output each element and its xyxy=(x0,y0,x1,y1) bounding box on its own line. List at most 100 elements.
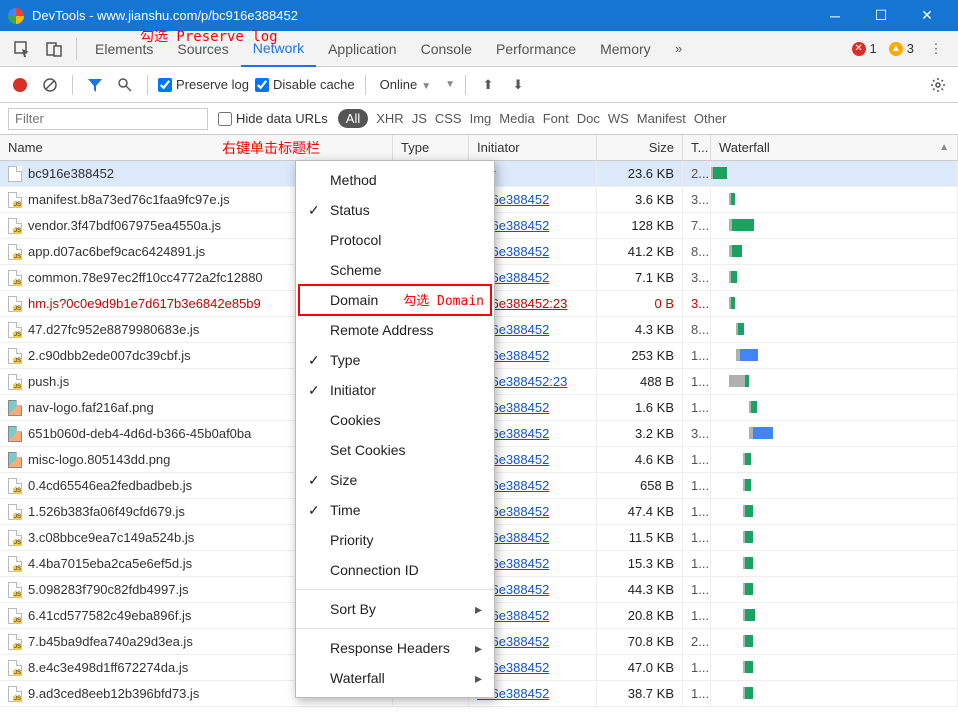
clear-button[interactable] xyxy=(38,73,62,97)
col-type[interactable]: Type xyxy=(393,135,469,160)
request-time: 1... xyxy=(683,343,711,369)
image-icon xyxy=(8,426,22,442)
filter-type-other[interactable]: Other xyxy=(694,111,727,126)
ctx-cookies[interactable]: Cookies xyxy=(296,405,494,435)
ctx-response-headers[interactable]: Response Headers xyxy=(296,633,494,663)
request-name: 2.c90dbb2ede007dc39cbf.js xyxy=(28,348,191,363)
ctx-domain[interactable]: Domain xyxy=(296,285,494,315)
download-har-icon[interactable]: ⬇ xyxy=(506,73,530,97)
col-initiator[interactable]: Initiator xyxy=(469,135,597,160)
request-size: 1.6 KB xyxy=(597,395,683,421)
kebab-menu-icon[interactable]: ⋮ xyxy=(922,35,950,63)
request-size: 488 B xyxy=(597,369,683,395)
filter-type-font[interactable]: Font xyxy=(543,111,569,126)
disable-cache-checkbox[interactable]: Disable cache xyxy=(255,77,355,92)
ctx-scheme[interactable]: Scheme xyxy=(296,255,494,285)
request-size: 0 B xyxy=(597,291,683,317)
filter-type-js[interactable]: JS xyxy=(412,111,427,126)
request-size: 15.3 KB xyxy=(597,551,683,577)
waterfall-cell xyxy=(711,499,958,525)
filter-type-manifest[interactable]: Manifest xyxy=(637,111,686,126)
request-time: 8... xyxy=(683,317,711,343)
record-button[interactable] xyxy=(8,73,32,97)
waterfall-cell xyxy=(711,265,958,291)
request-name: 651b060d-deb4-4d6d-b366-45b0af0ba xyxy=(28,426,251,441)
request-time: 3... xyxy=(683,291,711,317)
table-header[interactable]: Name Type Initiator Size T... Waterfall▲ xyxy=(0,135,958,161)
filter-type-css[interactable]: CSS xyxy=(435,111,462,126)
filter-type-xhr[interactable]: XHR xyxy=(376,111,403,126)
filter-icon[interactable] xyxy=(83,73,107,97)
ctx-waterfall[interactable]: Waterfall xyxy=(296,663,494,693)
js-file-icon xyxy=(8,478,22,494)
close-button[interactable]: ✕ xyxy=(904,0,950,31)
device-toggle-icon[interactable] xyxy=(40,35,68,63)
ctx-method[interactable]: Method xyxy=(296,165,494,195)
ctx-size[interactable]: Size xyxy=(296,465,494,495)
ctx-remote-address[interactable]: Remote Address xyxy=(296,315,494,345)
waterfall-cell xyxy=(711,447,958,473)
throttle-select[interactable]: Online▼ xyxy=(376,77,435,92)
hide-data-urls-checkbox[interactable]: Hide data URLs xyxy=(218,111,328,126)
ctx-protocol[interactable]: Protocol xyxy=(296,225,494,255)
filter-input[interactable] xyxy=(8,108,208,130)
waterfall-cell xyxy=(711,629,958,655)
request-time: 7... xyxy=(683,213,711,239)
throttle-arrow-icon[interactable]: ▼ xyxy=(445,79,455,90)
filter-type-media[interactable]: Media xyxy=(499,111,534,126)
request-size: 4.3 KB xyxy=(597,317,683,343)
request-time: 1... xyxy=(683,655,711,681)
col-waterfall[interactable]: Waterfall▲ xyxy=(711,135,958,160)
tab-memory[interactable]: Memory xyxy=(588,31,663,67)
col-time[interactable]: T... xyxy=(683,135,711,160)
request-size: 47.0 KB xyxy=(597,655,683,681)
js-file-icon xyxy=(8,608,22,624)
ctx-connection-id[interactable]: Connection ID xyxy=(296,555,494,585)
js-file-icon xyxy=(8,322,22,338)
filter-type-doc[interactable]: Doc xyxy=(577,111,600,126)
ctx-set-cookies[interactable]: Set Cookies xyxy=(296,435,494,465)
waterfall-cell xyxy=(711,395,958,421)
ctx-type[interactable]: Type xyxy=(296,345,494,375)
annotation-header: 右键单击标题栏 xyxy=(222,138,320,158)
request-time: 8... xyxy=(683,239,711,265)
col-name[interactable]: Name xyxy=(0,135,393,160)
request-name: app.d07ac6bef9cac6424891.js xyxy=(28,244,205,259)
inspect-icon[interactable] xyxy=(8,35,36,63)
waterfall-cell xyxy=(711,369,958,395)
col-size[interactable]: Size xyxy=(597,135,683,160)
ctx-priority[interactable]: Priority xyxy=(296,525,494,555)
filter-type-img[interactable]: Img xyxy=(470,111,492,126)
request-time: 1... xyxy=(683,577,711,603)
search-icon[interactable] xyxy=(113,73,137,97)
request-size: 658 B xyxy=(597,473,683,499)
document-icon xyxy=(8,166,22,182)
js-file-icon xyxy=(8,244,22,260)
minimize-button[interactable]: ─ xyxy=(812,0,858,31)
js-file-icon xyxy=(8,270,22,286)
warning-badge[interactable]: ▲3 xyxy=(889,41,914,56)
ctx-status[interactable]: Status xyxy=(296,195,494,225)
request-name: push.js xyxy=(28,374,69,389)
tab-performance[interactable]: Performance xyxy=(484,31,588,67)
tab-console[interactable]: Console xyxy=(409,31,484,67)
upload-har-icon[interactable]: ⬆ xyxy=(476,73,500,97)
request-name: bc916e388452 xyxy=(28,166,114,181)
maximize-button[interactable]: ☐ xyxy=(858,0,904,31)
settings-icon[interactable] xyxy=(926,73,950,97)
ctx-sort-by[interactable]: Sort By xyxy=(296,594,494,624)
preserve-log-checkbox[interactable]: Preserve log xyxy=(158,77,249,92)
filter-type-ws[interactable]: WS xyxy=(608,111,629,126)
error-badge[interactable]: ✕1 xyxy=(852,41,877,56)
ctx-initiator[interactable]: Initiator xyxy=(296,375,494,405)
annotation-preserve: 勾选 Preserve log xyxy=(140,26,278,46)
filter-type-all[interactable]: All xyxy=(338,109,368,128)
request-size: 44.3 KB xyxy=(597,577,683,603)
request-time: 1... xyxy=(683,551,711,577)
more-tabs-icon[interactable]: » xyxy=(665,35,693,63)
request-name: 9.ad3ced8eeb12b396bfd73.js xyxy=(28,686,199,701)
tab-application[interactable]: Application xyxy=(316,31,409,67)
request-time: 1... xyxy=(683,525,711,551)
waterfall-cell xyxy=(711,187,958,213)
ctx-time[interactable]: Time xyxy=(296,495,494,525)
